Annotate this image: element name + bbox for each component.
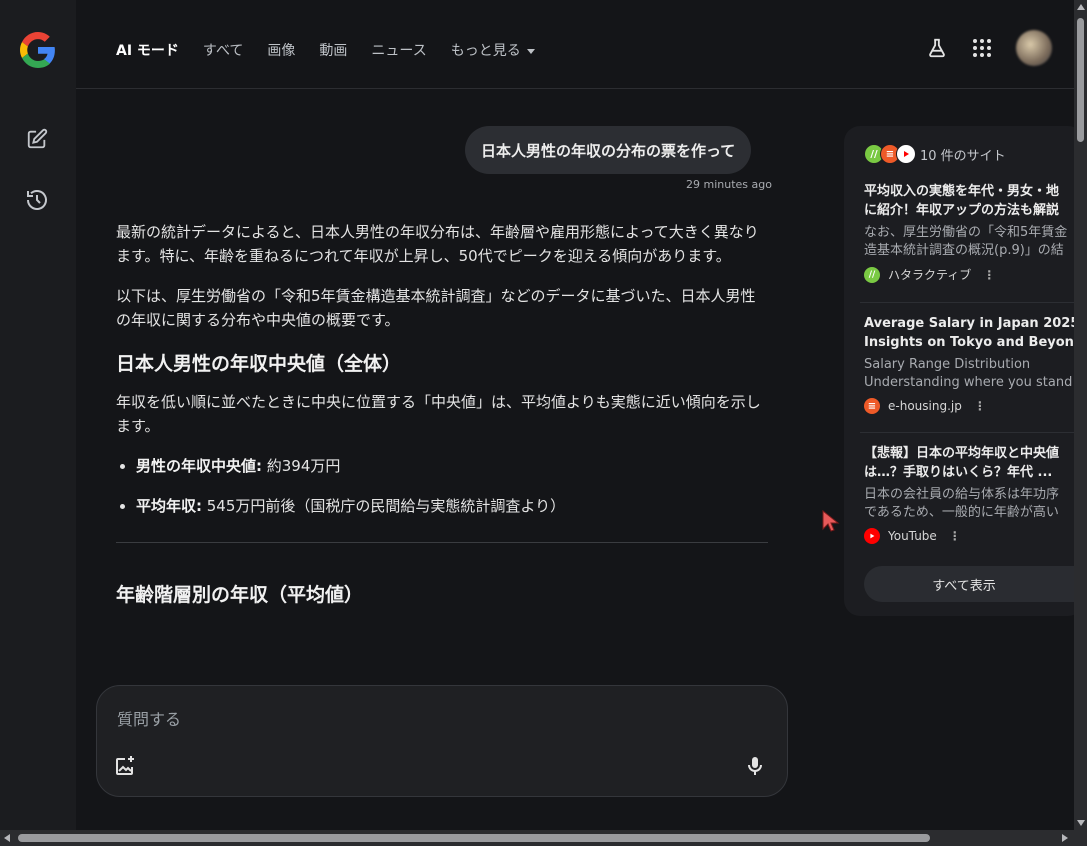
bullet-list: 男性の年収中央値: 約394万円 平均年収: 545万円前後（国税庁の民間給与実… bbox=[116, 454, 768, 518]
bullet-label: 平均年収: bbox=[136, 497, 202, 515]
app-window: AI モード すべて 画像 動画 ニュース もっと見る 日本人男性の年収の分布の… bbox=[0, 0, 1087, 846]
bullet-value: 545万円前後（国税庁の民間給与実態統計調査より） bbox=[202, 497, 566, 515]
divider bbox=[860, 432, 1084, 433]
scroll-thumb[interactable] bbox=[18, 834, 930, 842]
source-snippet: なお、厚生労働省の「令和5年賃金 bbox=[864, 225, 1068, 240]
sources-count: 10 件のサイト bbox=[920, 148, 1006, 164]
ai-answer: 最新の統計データによると、日本人男性の年収分布は、年齢層や雇用形態によって大きく… bbox=[116, 220, 768, 621]
tab-news[interactable]: ニュース bbox=[371, 40, 426, 60]
answer-paragraph: 以下は、厚生労働省の「令和5年賃金構造基本統計調査」などのデータに基づいた、日本… bbox=[116, 287, 756, 329]
prompt-composer[interactable]: 質問する bbox=[96, 685, 788, 797]
new-chat-button[interactable] bbox=[23, 125, 51, 153]
prompt-input[interactable]: 質問する bbox=[117, 706, 181, 730]
vertical-scrollbar[interactable] bbox=[1074, 0, 1087, 830]
history-button[interactable] bbox=[23, 186, 51, 214]
source-snippet: 造基本統計調査の概況(p.9)」の結 bbox=[864, 243, 1064, 258]
sources-header: // ≡ 10 件のサイト bbox=[864, 144, 1006, 164]
scroll-down-icon[interactable] bbox=[1077, 820, 1085, 826]
source-title: は…？手取りはいくら？年代 ... bbox=[864, 465, 1053, 480]
source-site: // ハタラクティブ ⋮ bbox=[864, 266, 1084, 283]
flask-icon[interactable] bbox=[926, 37, 948, 59]
edit-icon bbox=[27, 128, 48, 149]
youtube-favicon-icon bbox=[896, 144, 916, 164]
hatarakutive-favicon-icon: // bbox=[864, 266, 880, 283]
main-area: AI モード すべて 画像 動画 ニュース もっと見る 日本人男性の年収の分布の… bbox=[76, 0, 1084, 830]
section-heading: 日本人男性の年収中央値（全体） bbox=[116, 353, 402, 375]
source-site-name: ハタラクティブ bbox=[888, 268, 972, 282]
sources-panel: // ≡ 10 件のサイト 平均収入の実態を年代・男女・地 に紹介！年収アップの… bbox=[844, 126, 1084, 616]
source-title: 【悲報】日本の平均年収と中央値 bbox=[864, 446, 1060, 461]
caret-down-icon bbox=[526, 48, 535, 54]
source-card[interactable]: 【悲報】日本の平均年収と中央値 は…？手取りはいくら？年代 ... 日本の会社員… bbox=[864, 444, 1084, 544]
source-card[interactable]: 平均収入の実態を年代・男女・地 に紹介！年収アップの方法も解説 なお、厚生労働省… bbox=[864, 182, 1084, 283]
more-options-icon[interactable]: ⋮ bbox=[974, 399, 986, 413]
source-title: 平均収入の実態を年代・男女・地 bbox=[864, 184, 1060, 199]
search-mode-tabs: AI モード すべて 画像 動画 ニュース もっと見る bbox=[116, 40, 559, 60]
query-timestamp: 29 minutes ago bbox=[686, 178, 772, 191]
google-logo-icon[interactable] bbox=[20, 32, 56, 68]
grid-icon[interactable] bbox=[972, 38, 992, 58]
source-site: YouTube ⋮ bbox=[864, 528, 1084, 544]
more-options-icon[interactable]: ⋮ bbox=[983, 268, 995, 282]
add-image-icon[interactable] bbox=[113, 754, 137, 778]
source-site-name: YouTube bbox=[888, 529, 937, 543]
source-title: Average Salary in Japan 2025: bbox=[864, 316, 1084, 331]
scroll-left-icon[interactable] bbox=[4, 834, 10, 842]
tab-ai-mode[interactable]: AI モード bbox=[116, 40, 179, 60]
microphone-icon[interactable] bbox=[743, 754, 767, 778]
tab-videos[interactable]: 動画 bbox=[319, 40, 347, 60]
source-favicons: // ≡ bbox=[864, 144, 916, 164]
scroll-thumb[interactable] bbox=[1077, 18, 1084, 142]
user-query-bubble: 日本人男性の年収の分布の票を作って bbox=[465, 126, 752, 174]
scrollbar-corner bbox=[1074, 830, 1087, 846]
section-divider bbox=[116, 542, 768, 543]
more-options-icon[interactable]: ⋮ bbox=[949, 529, 961, 543]
history-icon bbox=[27, 190, 47, 210]
avatar[interactable] bbox=[1016, 30, 1052, 66]
source-card[interactable]: Average Salary in Japan 2025: Insights o… bbox=[864, 314, 1084, 414]
source-snippet: であるため、一般的に年齢が高い bbox=[864, 505, 1059, 520]
youtube-favicon-icon bbox=[864, 528, 880, 544]
tab-more-label: もっと見る bbox=[450, 43, 521, 59]
source-title: Insights on Tokyo and Beyond bbox=[864, 335, 1084, 350]
source-snippet: 日本の会社員の給与体系は年功序 bbox=[864, 487, 1060, 502]
e-housing-favicon-icon: ≡ bbox=[864, 398, 880, 414]
horizontal-scrollbar[interactable] bbox=[0, 830, 1074, 846]
section-heading: 年齢階層別の年収（平均値） bbox=[116, 584, 364, 606]
source-title: に紹介！年収アップの方法も解説 bbox=[864, 203, 1060, 218]
source-site: ≡ e-housing.jp ⋮ bbox=[864, 398, 1084, 414]
tab-all[interactable]: すべて bbox=[203, 40, 243, 60]
bullet-value: 約394万円 bbox=[262, 457, 341, 475]
list-item: 男性の年収中央値: 約394万円 bbox=[136, 454, 768, 478]
show-all-button[interactable]: すべて表示 bbox=[864, 566, 1084, 602]
list-item: 平均年収: 545万円前後（国税庁の民間給与実態統計調査より） bbox=[136, 494, 768, 518]
left-rail bbox=[0, 0, 76, 830]
source-site-name: e-housing.jp bbox=[888, 399, 962, 413]
tab-more[interactable]: もっと見る bbox=[451, 40, 535, 60]
tab-images[interactable]: 画像 bbox=[267, 40, 295, 60]
divider bbox=[860, 302, 1084, 303]
answer-paragraph: 最新の統計データによると、日本人男性の年収分布は、年齢層や雇用形態によって大きく… bbox=[116, 223, 759, 265]
section-intro: 年収を低い順に並べたときに中央に位置する「中央値」は、平均値よりも実態に近い傾向… bbox=[116, 393, 761, 435]
bullet-label: 男性の年収中央値: bbox=[136, 457, 262, 475]
source-snippet: Salary Range Distribution bbox=[864, 357, 1031, 372]
mouse-cursor-icon bbox=[822, 510, 840, 532]
top-bar: AI モード すべて 画像 動画 ニュース もっと見る bbox=[76, 0, 1074, 89]
scroll-up-icon[interactable] bbox=[1077, 4, 1085, 10]
top-right-actions bbox=[926, 30, 1052, 66]
scroll-right-icon[interactable] bbox=[1062, 834, 1068, 842]
source-snippet: Understanding where you stand in bbox=[864, 375, 1084, 390]
